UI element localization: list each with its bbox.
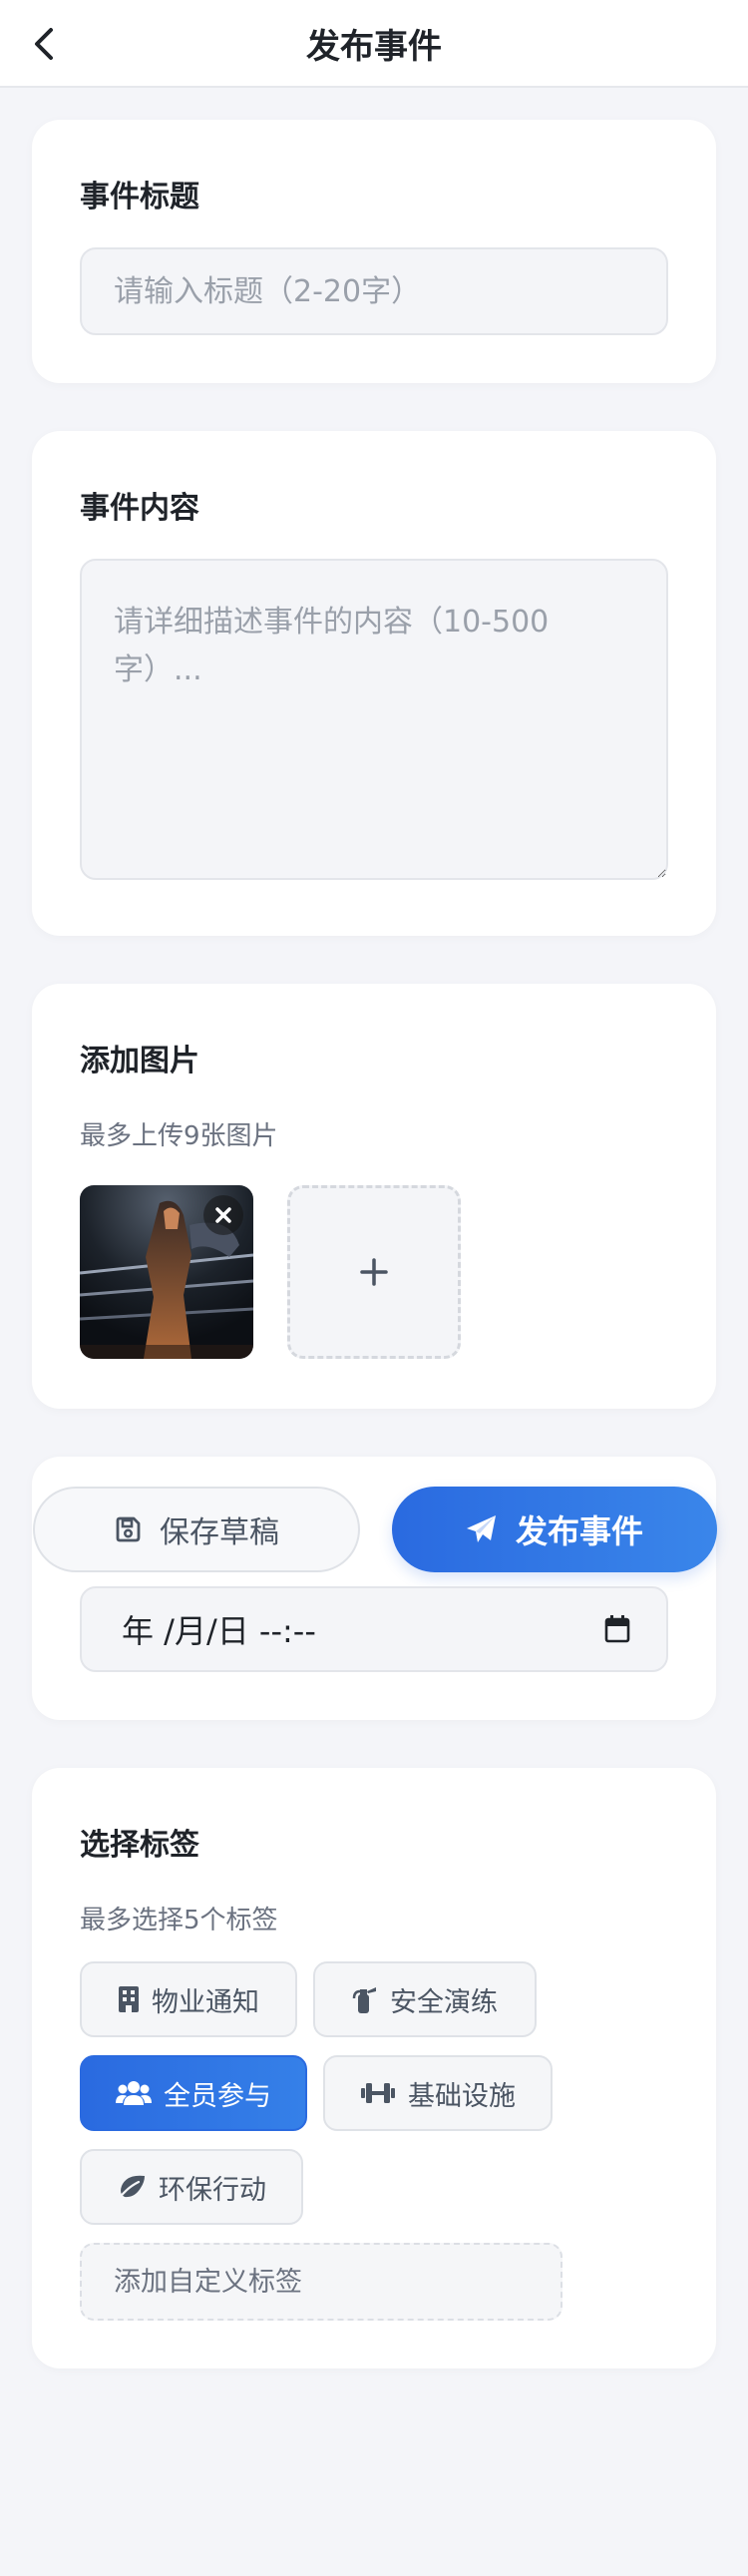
plus-icon xyxy=(360,1258,388,1286)
leaf-icon xyxy=(117,2175,145,2200)
tag-label: 环保行动 xyxy=(159,2174,266,2206)
tags-hint: 最多选择5个标签 xyxy=(80,1906,278,1935)
tag-label: 基础设施 xyxy=(408,2080,516,2112)
datetime-value: 年 /月/日 --:-- xyxy=(122,1612,316,1650)
add-image-button[interactable] xyxy=(287,1185,461,1359)
images-card: 添加图片 最多上传9张图片 xyxy=(32,984,716,1409)
tag-property-notice[interactable]: 物业通知 xyxy=(80,1961,297,2037)
remove-image-button[interactable] xyxy=(203,1195,243,1235)
tags-card: 选择标签 最多选择5个标签 物业通知 安全演练 全员参与 基础设施 环保行动 添… xyxy=(32,1768,716,2368)
page-title: 发布事件 xyxy=(306,26,442,67)
tag-label: 全员参与 xyxy=(164,2080,271,2112)
tags-section-label: 选择标签 xyxy=(80,1828,199,1863)
fire-extinguisher-icon xyxy=(352,1987,376,2013)
save-draft-label: 保存草稿 xyxy=(160,1515,279,1550)
images-hint: 最多上传9张图片 xyxy=(80,1121,278,1151)
back-button[interactable] xyxy=(24,24,64,64)
tag-all-participate[interactable]: 全员参与 xyxy=(80,2055,307,2131)
title-card: 事件标题 xyxy=(32,120,716,383)
tag-safety-drill[interactable]: 安全演练 xyxy=(313,1961,537,2037)
images-section-label: 添加图片 xyxy=(80,1044,199,1078)
uploaded-image[interactable] xyxy=(80,1185,253,1359)
dumbbell-icon xyxy=(361,2083,395,2103)
content-textarea[interactable] xyxy=(80,559,668,880)
close-icon xyxy=(215,1207,231,1223)
tag-eco-action[interactable]: 环保行动 xyxy=(80,2149,303,2225)
top-bar: 发布事件 xyxy=(0,0,748,88)
save-draft-button[interactable]: 保存草稿 xyxy=(33,1487,360,1572)
publish-label: 发布事件 xyxy=(515,1512,643,1550)
tag-infrastructure[interactable]: 基础设施 xyxy=(323,2055,553,2131)
custom-tag-input[interactable] xyxy=(80,2243,562,2321)
content-card: 事件内容 xyxy=(32,431,716,936)
chevron-left-icon xyxy=(35,28,53,60)
title-input[interactable] xyxy=(80,247,668,335)
users-icon xyxy=(116,2081,152,2105)
paper-plane-icon xyxy=(466,1515,496,1542)
tag-label: 安全演练 xyxy=(390,1986,498,2018)
datetime-input[interactable]: 年 /月/日 --:-- xyxy=(80,1586,668,1672)
publish-button[interactable]: 发布事件 xyxy=(392,1487,717,1572)
content-section-label: 事件内容 xyxy=(80,491,199,526)
save-icon xyxy=(116,1516,141,1542)
calendar-icon[interactable] xyxy=(604,1615,630,1643)
tag-label: 物业通知 xyxy=(152,1986,259,2018)
title-section-label: 事件标题 xyxy=(80,180,199,215)
building-icon xyxy=(119,1986,139,2012)
